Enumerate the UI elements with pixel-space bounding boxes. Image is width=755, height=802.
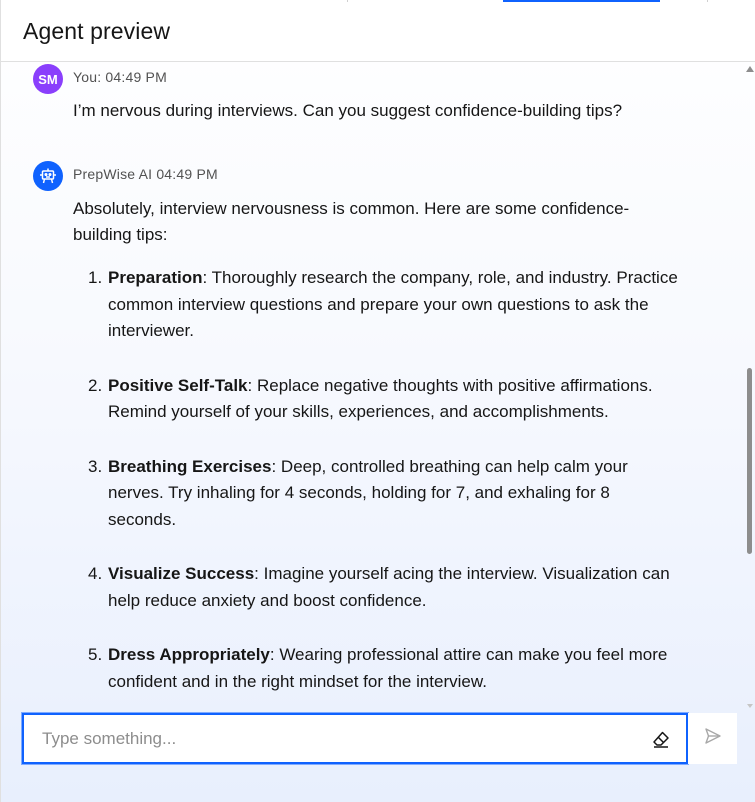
list-number: 3. bbox=[88, 456, 103, 476]
tip-title: Positive Self-Talk bbox=[108, 375, 248, 395]
list-item: 5. Dress Appropriately: Wearing professio… bbox=[88, 642, 678, 695]
scroll-down-arrow-icon[interactable] bbox=[747, 704, 753, 708]
robot-icon bbox=[33, 161, 63, 191]
list-number: 4. bbox=[88, 564, 103, 583]
list-item: 2. Positive Self-Talk: Replace negative t… bbox=[88, 373, 678, 426]
user-avatar: SM bbox=[33, 64, 63, 94]
chat-scrollbar[interactable] bbox=[743, 62, 755, 710]
tip-title: Preparation bbox=[108, 268, 203, 287]
scroll-thumb[interactable] bbox=[747, 368, 752, 554]
message-meta: You: 04:49 PM bbox=[73, 69, 167, 85]
tips-list: 1. Preparation: Thoroughly research the c… bbox=[88, 265, 678, 710]
list-number: 2. bbox=[88, 375, 103, 395]
list-item: 4. Visualize Success: Imagine yourself ac… bbox=[88, 561, 678, 614]
message-input[interactable] bbox=[42, 727, 622, 751]
message-composer bbox=[21, 712, 689, 765]
page-title: Agent preview bbox=[23, 18, 171, 44]
message-intro: Absolutely, interview nervousness is com… bbox=[73, 196, 673, 248]
agent-preview-panel: Agent preview SM You: 04:49 PM I’m nervo… bbox=[0, 0, 755, 802]
message-text: I’m nervous during interviews. Can you s… bbox=[73, 101, 623, 120]
send-icon bbox=[704, 727, 722, 750]
list-number: 5. bbox=[88, 645, 103, 664]
user-avatar-initials: SM bbox=[38, 71, 58, 87]
tip-title: Breathing Exercises bbox=[108, 456, 272, 476]
panel-header: Agent preview bbox=[1, 2, 755, 62]
list-item: 1. Preparation: Thoroughly research the c… bbox=[88, 265, 678, 345]
intro-line: Absolutely, interview nervousness is com… bbox=[73, 199, 630, 218]
list-number: 1. bbox=[88, 268, 103, 287]
message-meta: PrepWise AI 04:49 PM bbox=[73, 166, 218, 182]
intro-line: building tips: bbox=[73, 225, 168, 244]
tip-title: Dress Appropriately bbox=[108, 645, 270, 664]
list-item: 3. Breathing Exercises: Deep, controlled … bbox=[88, 454, 678, 534]
chat-message-list[interactable]: SM You: 04:49 PM I’m nervous during inte… bbox=[1, 62, 743, 710]
eraser-icon[interactable] bbox=[651, 729, 671, 749]
scroll-up-arrow-icon[interactable] bbox=[746, 66, 754, 72]
tip-title: Visualize Success bbox=[108, 564, 255, 583]
send-button[interactable] bbox=[688, 713, 737, 764]
